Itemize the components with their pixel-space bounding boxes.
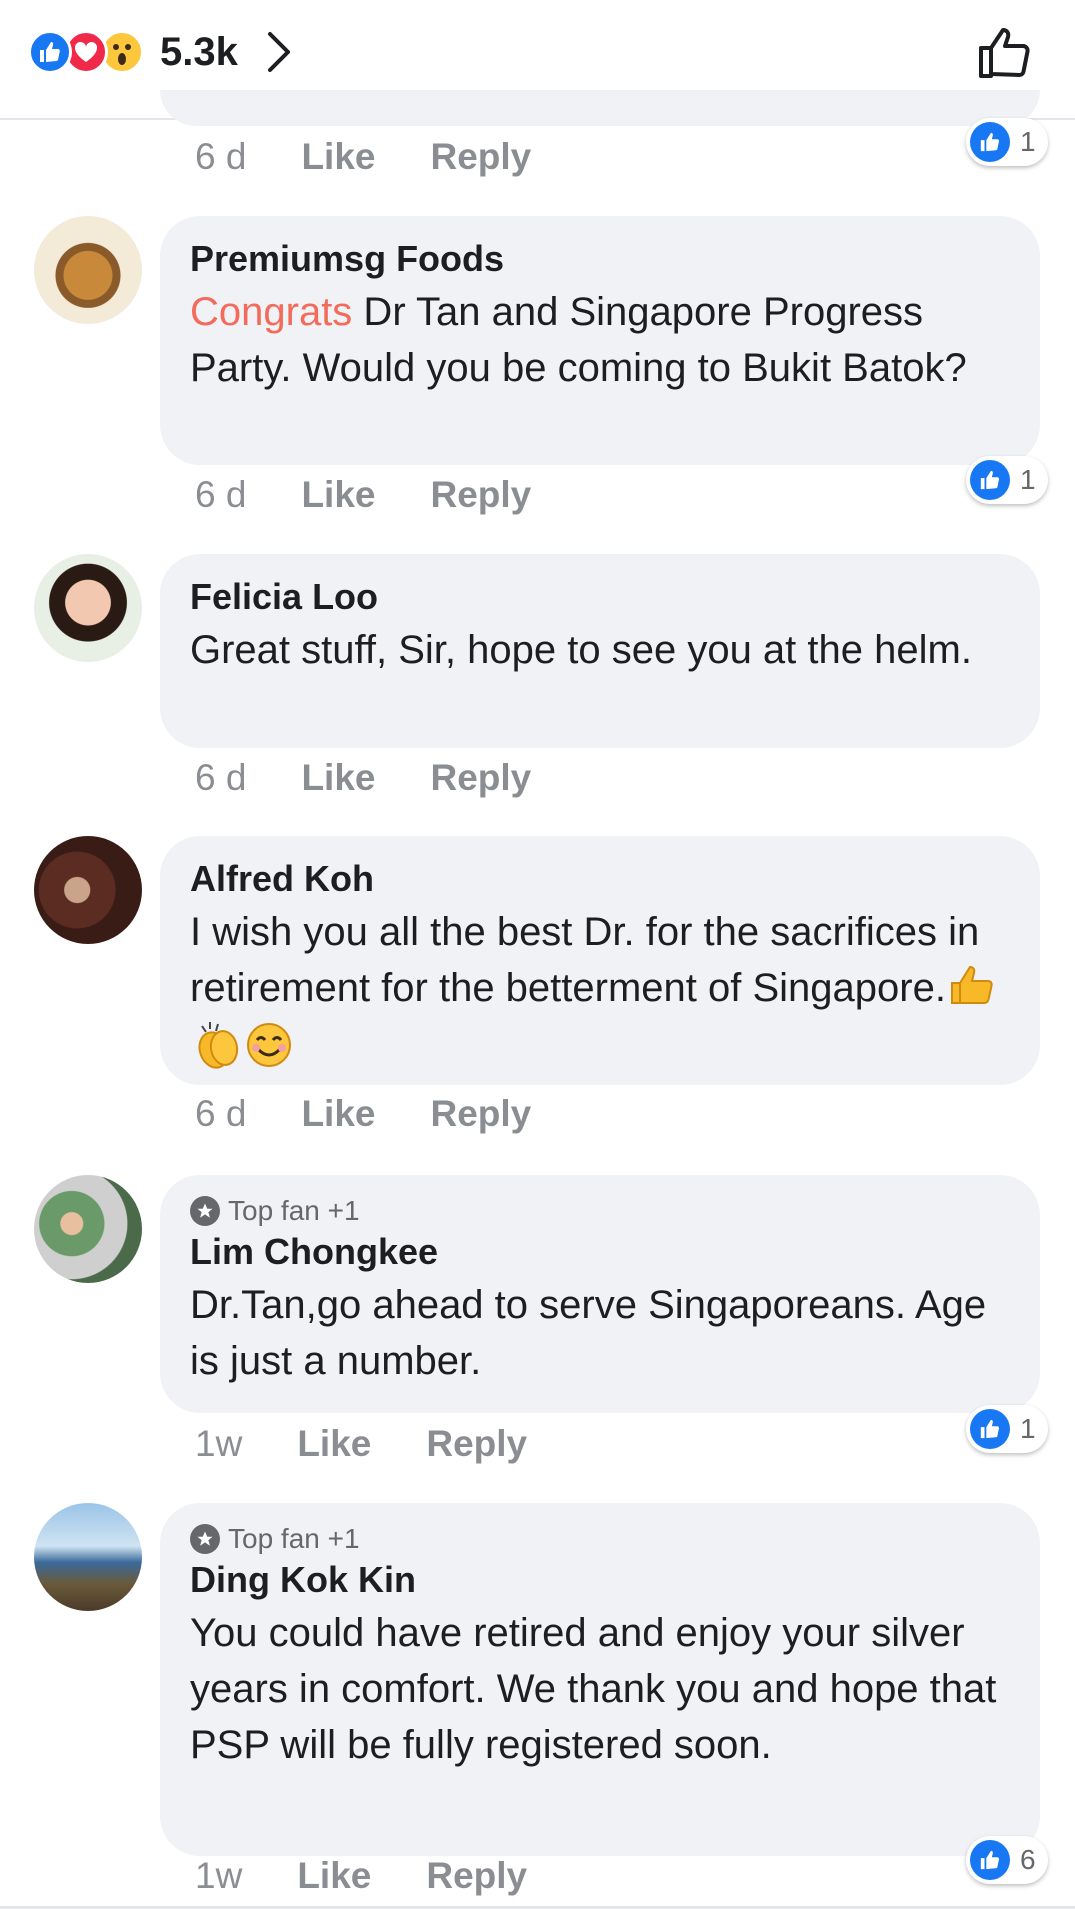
comment-text: Congrats Dr Tan and Singapore Progress P… <box>190 290 967 390</box>
like-link[interactable]: Like <box>301 1093 375 1135</box>
comment-time: 6 d <box>195 474 247 515</box>
comment-actions: 6 d Like Reply <box>195 136 531 178</box>
like-link[interactable]: Like <box>297 1423 371 1465</box>
comment-reaction-count[interactable]: 6 <box>966 1836 1048 1884</box>
mention-link[interactable]: Congrats <box>190 290 352 334</box>
like-icon <box>970 460 1010 500</box>
comment-time: 1w <box>195 1423 243 1464</box>
smiling-face-emoji-icon <box>246 1022 292 1083</box>
comment-author[interactable]: Felicia Loo <box>190 574 1010 620</box>
like-icon <box>970 1409 1010 1449</box>
avatar[interactable] <box>34 1175 142 1283</box>
reply-link[interactable]: Reply <box>426 1423 527 1465</box>
comment-actions: 1w Like Reply <box>195 1855 527 1897</box>
comment-actions: 6 d Like Reply <box>195 1093 531 1135</box>
reactions-summary[interactable]: 5.3k <box>28 30 292 74</box>
reaction-count: 5.3k <box>160 29 238 74</box>
like-link[interactable]: Like <box>301 136 375 178</box>
comment-author[interactable]: Lim Chongkee <box>190 1229 1010 1275</box>
reply-link[interactable]: Reply <box>430 474 531 516</box>
comment-bubble: Felicia Loo Great stuff, Sir, hope to se… <box>160 554 1040 748</box>
like-icon <box>970 122 1010 162</box>
comment-reaction-count[interactable]: 1 <box>966 456 1048 504</box>
comment-bubble: Premiumsg Foods Congrats Dr Tan and Sing… <box>160 216 1040 465</box>
like-link[interactable]: Like <box>301 474 375 516</box>
comment-actions: 6 d Like Reply <box>195 757 531 799</box>
reply-link[interactable]: Reply <box>430 1093 531 1135</box>
comment-text: You could have retired and enjoy your si… <box>190 1611 997 1767</box>
comment-bubble: Top fan +1 Lim Chongkee Dr.Tan,go ahead … <box>160 1175 1040 1413</box>
comment-reaction-count[interactable]: 1 <box>966 1405 1048 1453</box>
comment-text: I wish you all the best Dr. for the sacr… <box>190 904 1010 1085</box>
top-fan-badge: Top fan +1 <box>190 1195 1010 1227</box>
comment-bubble: Top fan +1 Ding Kok Kin You could have r… <box>160 1503 1040 1856</box>
comment-bubble: Alfred Koh I wish you all the best Dr. f… <box>160 836 1040 1085</box>
avatar[interactable] <box>34 1503 142 1611</box>
reply-link[interactable]: Reply <box>426 1855 527 1897</box>
comment-actions: 1w Like Reply <box>195 1423 527 1465</box>
comment-reaction-count[interactable]: 1 <box>966 118 1048 166</box>
like-link[interactable]: Like <box>301 757 375 799</box>
star-icon <box>190 1524 220 1554</box>
comment-author[interactable]: Alfred Koh <box>190 856 1010 902</box>
chevron-right-icon <box>267 32 290 72</box>
comment-time: 1w <box>195 1855 243 1896</box>
top-fan-badge: Top fan +1 <box>190 1523 1010 1555</box>
comment-author[interactable]: Premiumsg Foods <box>190 236 1010 282</box>
like-icon <box>970 1840 1010 1880</box>
comment-actions: 6 d Like Reply <box>195 474 531 516</box>
like-reaction-icon <box>28 30 72 74</box>
comment-time: 6 d <box>195 136 247 177</box>
comment-author[interactable]: Ding Kok Kin <box>190 1557 1010 1603</box>
comment-time: 6 d <box>195 757 247 798</box>
like-link[interactable]: Like <box>297 1855 371 1897</box>
thumbs-up-emoji-icon <box>948 961 996 1020</box>
comment-text: Dr.Tan,go ahead to serve Singaporeans. A… <box>190 1283 987 1383</box>
previous-comment-bubble <box>160 90 1040 126</box>
comment-text: Great stuff, Sir, hope to see you at the… <box>190 628 972 672</box>
comment-time: 6 d <box>195 1093 247 1134</box>
avatar[interactable] <box>34 216 142 324</box>
clapping-hands-emoji-icon <box>192 1020 244 1085</box>
reply-link[interactable]: Reply <box>430 136 531 178</box>
thumbs-up-icon[interactable] <box>977 24 1033 85</box>
avatar[interactable] <box>34 836 142 944</box>
star-icon <box>190 1196 220 1226</box>
reply-link[interactable]: Reply <box>430 757 531 799</box>
avatar[interactable] <box>34 554 142 662</box>
